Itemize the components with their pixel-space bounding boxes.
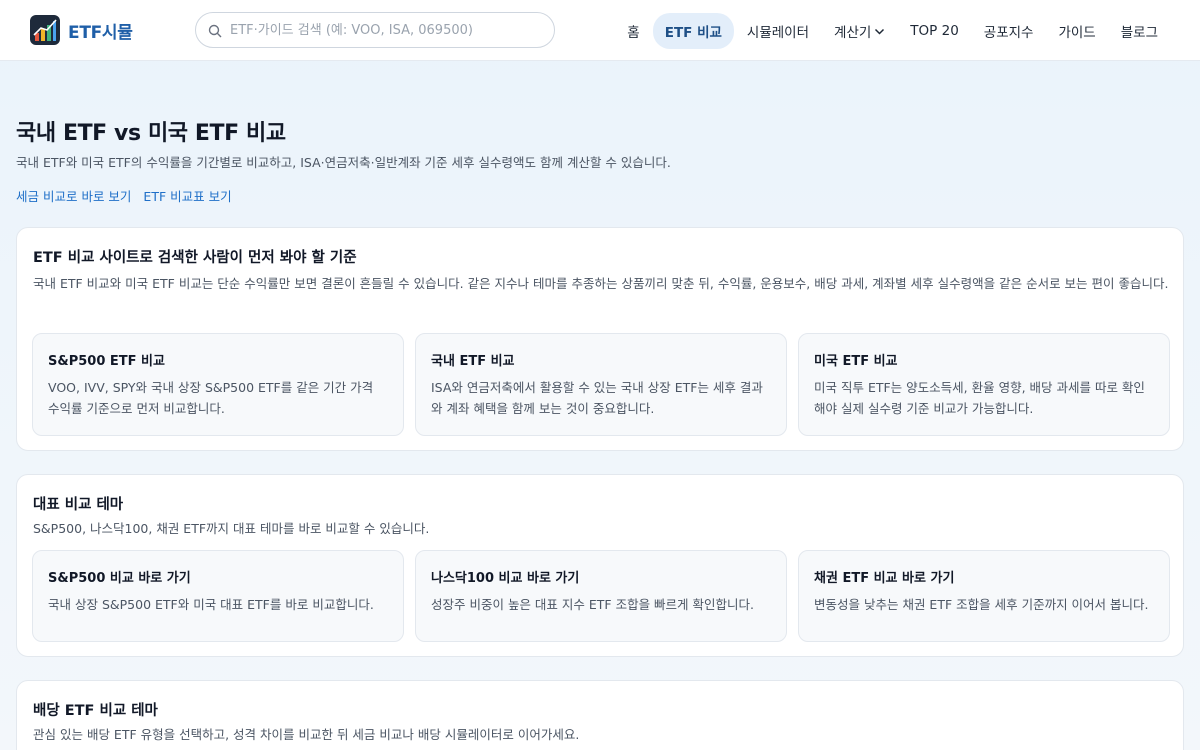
criteria-card-domestic[interactable]: 국내 ETF 비교 ISA와 연금저축에서 활용할 수 있는 국내 상장 ETF… <box>415 333 787 436</box>
logo[interactable]: ETF시뮬 <box>30 15 133 45</box>
link-tax-compare[interactable]: 세금 비교로 바로 보기 <box>16 186 131 205</box>
criteria-desc: 국내 ETF 비교와 미국 ETF 비교는 단순 수익률만 보면 결론이 흔들릴… <box>33 276 1169 291</box>
criteria-card-text: ISA와 연금저축에서 활용할 수 있는 국내 상장 ETF는 세후 결과와 계… <box>431 380 763 416</box>
quick-links: 세금 비교로 바로 보기 ETF 비교표 보기 <box>16 186 244 205</box>
criteria-card-text: VOO, IVV, SPY와 국내 상장 S&P500 ETF를 같은 기간 가… <box>48 380 374 416</box>
nav-guide[interactable]: 가이드 <box>1046 13 1107 49</box>
link-etf-table[interactable]: ETF 비교표 보기 <box>143 186 231 205</box>
theme-card-text: 변동성을 낮추는 채권 ETF 조합을 세후 기준까지 이어서 봅니다. <box>814 597 1149 612</box>
nav-home[interactable]: 홈 <box>615 13 651 49</box>
dividend-title: 배당 ETF 비교 테마 <box>33 703 158 719</box>
chevron-down-icon <box>875 28 885 35</box>
nav-calculator[interactable]: 계산기 <box>822 13 897 49</box>
themes-title: 대표 비교 테마 <box>33 497 124 513</box>
theme-card-text: 국내 상장 S&P500 ETF와 미국 대표 ETF를 바로 비교합니다. <box>48 597 374 612</box>
criteria-card-sp500[interactable]: S&P500 ETF 비교 VOO, IVV, SPY와 국내 상장 S&P50… <box>32 333 404 436</box>
theme-card-bond[interactable]: 채권 ETF 비교 바로 가기 변동성을 낮추는 채권 ETF 조합을 세후 기… <box>798 550 1170 642</box>
nav-etf-compare[interactable]: ETF 비교 <box>652 13 734 49</box>
theme-card-sp500[interactable]: S&P500 비교 바로 가기 국내 상장 S&P500 ETF와 미국 대표 … <box>32 550 404 642</box>
dividend-desc: 관심 있는 배당 ETF 유형을 선택하고, 성격 차이를 비교한 뒤 세금 비… <box>33 727 580 742</box>
criteria-card-title: S&P500 ETF 비교 <box>48 354 165 369</box>
chart-logo-icon <box>30 15 60 45</box>
top-header: ETF시뮬 홈 ETF 비교 시뮬레이터 계산기 TOP 20 공포지수 가이드… <box>0 0 1200 61</box>
themes-section: 대표 비교 테마 S&P500, 나스닥100, 채권 ETF까지 대표 테마를… <box>16 474 1184 657</box>
search-bar[interactable] <box>195 12 555 48</box>
themes-desc: S&P500, 나스닥100, 채권 ETF까지 대표 테마를 바로 비교할 수… <box>33 521 430 536</box>
theme-card-title: 나스닥100 비교 바로 가기 <box>431 571 580 586</box>
nav-calculator-label: 계산기 <box>834 25 872 41</box>
nav-blog[interactable]: 블로그 <box>1109 13 1170 49</box>
search-icon <box>208 23 222 38</box>
search-input[interactable] <box>230 22 540 38</box>
nav-top20[interactable]: TOP 20 <box>898 15 970 47</box>
criteria-section: ETF 비교 사이트로 검색한 사람이 먼저 봐야 할 기준 국내 ETF 비교… <box>16 227 1184 451</box>
criteria-card-title: 미국 ETF 비교 <box>814 354 898 369</box>
nav-fear-index[interactable]: 공포지수 <box>972 13 1046 49</box>
nav-simulator[interactable]: 시뮬레이터 <box>735 13 821 49</box>
logo-text: ETF시뮬 <box>68 22 133 43</box>
theme-card-text: 성장주 비중이 높은 대표 지수 ETF 조합을 빠르게 확인합니다. <box>431 597 754 612</box>
criteria-title: ETF 비교 사이트로 검색한 사람이 먼저 봐야 할 기준 <box>33 250 357 266</box>
main-nav: 홈 ETF 비교 시뮬레이터 계산기 TOP 20 공포지수 가이드 블로그 <box>614 13 1170 49</box>
theme-card-nasdaq100[interactable]: 나스닥100 비교 바로 가기 성장주 비중이 높은 대표 지수 ETF 조합을… <box>415 550 787 642</box>
criteria-card-title: 국내 ETF 비교 <box>431 354 515 369</box>
criteria-card-us[interactable]: 미국 ETF 비교 미국 직투 ETF는 양도소득세, 환율 영향, 배당 과세… <box>798 333 1170 436</box>
criteria-card-text: 미국 직투 ETF는 양도소득세, 환율 영향, 배당 과세를 따로 확인해야 … <box>814 380 1145 416</box>
theme-card-title: S&P500 비교 바로 가기 <box>48 571 191 586</box>
dividend-section: 배당 ETF 비교 테마 관심 있는 배당 ETF 유형을 선택하고, 성격 차… <box>16 680 1184 750</box>
page-subtitle: 국내 ETF와 미국 ETF의 수익률을 기간별로 비교하고, ISA·연금저축… <box>16 155 671 170</box>
theme-card-title: 채권 ETF 비교 바로 가기 <box>814 571 955 586</box>
page-title: 국내 ETF vs 미국 ETF 비교 <box>16 121 286 146</box>
